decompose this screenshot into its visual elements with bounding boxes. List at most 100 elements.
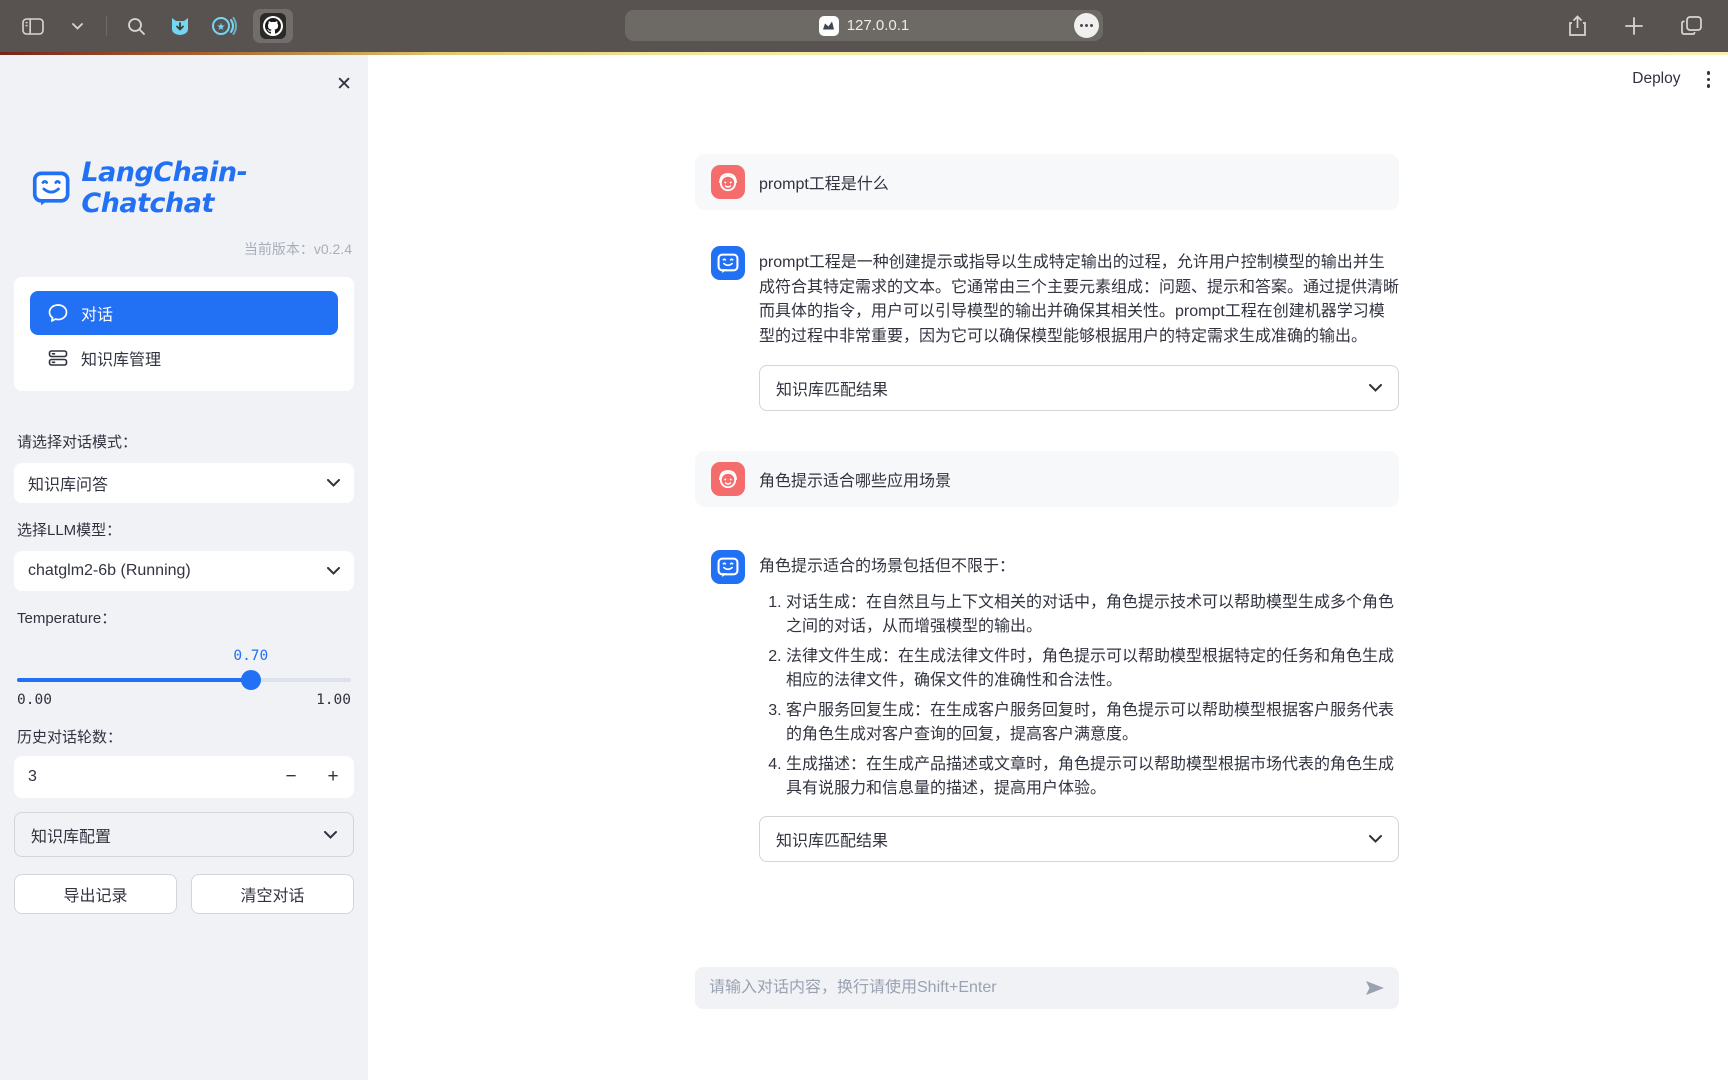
- dialog-mode-value: 知识库问答: [28, 471, 108, 495]
- boy-face-icon: [716, 170, 740, 194]
- main-menu-button[interactable]: [1703, 67, 1715, 92]
- list-item: 生成描述：在生成产品描述或文章时，角色提示可以帮助模型根据市场代表的角色生成具有…: [786, 753, 1399, 802]
- temperature-slider[interactable]: 0.70 0.00 1.00: [17, 654, 351, 702]
- history-rounds-label: 历史对话轮数：: [17, 726, 354, 747]
- user-message-text: prompt工程是什么: [759, 170, 889, 194]
- tabs-overview-icon: [1681, 16, 1702, 36]
- chat-message-assistant: prompt工程是一种创建提示或指导以生成特定输出的过程，允许用户控制模型的输出…: [695, 246, 1399, 411]
- chevron-down-icon: [327, 562, 340, 580]
- chevron-down-icon: [1369, 830, 1382, 848]
- slider-fill: [17, 678, 251, 682]
- slider-track[interactable]: [17, 678, 351, 682]
- export-history-button[interactable]: 导出记录: [14, 874, 177, 914]
- new-tab-button[interactable]: [1619, 9, 1649, 43]
- site-favicon-glyph-icon: [822, 20, 835, 31]
- pinned-tab-star-favicon[interactable]: ★: [209, 9, 239, 43]
- toolbar-divider: [106, 16, 107, 36]
- chevron-down-icon: [72, 23, 83, 30]
- slider-max-label: 1.00: [316, 692, 351, 708]
- kb-match-result-expander[interactable]: 知识库匹配结果: [759, 816, 1399, 862]
- chat-smiley-icon: [717, 556, 739, 578]
- chevron-down-icon: [1369, 379, 1382, 397]
- plus-icon: [1625, 17, 1643, 35]
- page-settings-button[interactable]: [1074, 13, 1099, 38]
- dialog-mode-select[interactable]: 知识库问答: [14, 463, 354, 503]
- github-icon: [260, 13, 286, 39]
- list-item: 法律文件生成：在生成法律文件时，角色提示可以帮助模型根据特定的任务和角色生成相应…: [786, 645, 1399, 694]
- assistant-message-intro: 角色提示适合的场景包括但不限于：: [759, 555, 1399, 580]
- list-item: 对话生成：在自然且与上下文相关的对话中，角色提示技术可以帮助模型生成多个角色之间…: [786, 591, 1399, 640]
- kb-match-result-expander[interactable]: 知识库匹配结果: [759, 365, 1399, 411]
- deploy-button[interactable]: Deploy: [1632, 70, 1680, 88]
- chat-message-user: 角色提示适合哪些应用场景: [695, 451, 1399, 507]
- slider-thumb[interactable]: [241, 670, 261, 690]
- circled-star-icon: ★: [211, 14, 237, 38]
- temperature-label: Temperature：: [17, 607, 354, 628]
- chat-smiley-icon: [717, 252, 739, 274]
- user-message-text: 角色提示适合哪些应用场景: [759, 467, 951, 491]
- increment-button[interactable]: +: [312, 766, 354, 788]
- search-icon: [127, 17, 146, 36]
- app-logo-text: LangChain-Chatchat: [81, 157, 354, 219]
- svg-text:★: ★: [217, 22, 226, 33]
- assistant-message-list: 对话生成：在自然且与上下文相关的对话中，角色提示技术可以帮助模型生成多个角色之间…: [759, 591, 1399, 802]
- address-bar[interactable]: 127.0.0.1: [625, 10, 1103, 41]
- chat-message-user: prompt工程是什么: [695, 154, 1399, 210]
- sidebar-toggle-icon: [22, 18, 44, 35]
- history-rounds-input[interactable]: 3 − +: [14, 756, 354, 798]
- site-favicon: [819, 16, 839, 36]
- boy-face-icon: [716, 467, 740, 491]
- sidebar-close-button[interactable]: ✕: [336, 75, 352, 94]
- sidebar-toggle-button[interactable]: [18, 9, 48, 43]
- collection-icon: [48, 349, 68, 367]
- share-button[interactable]: [1562, 9, 1592, 43]
- kb-config-expander-label: 知识库配置: [31, 823, 111, 847]
- temperature-value: 0.70: [233, 648, 268, 664]
- llm-model-select[interactable]: chatglm2-6b (Running): [14, 551, 354, 591]
- clear-dialogue-button[interactable]: 清空对话: [191, 874, 354, 914]
- cat-shield-icon: [168, 14, 192, 38]
- assistant-avatar: [711, 550, 745, 584]
- browser-toolbar: ★ 127.0.0.1: [0, 0, 1728, 52]
- chevron-down-icon: [327, 474, 340, 492]
- tab-overview-button[interactable]: [1676, 9, 1706, 43]
- list-item: 客户服务回复生成：在生成客户服务回复时，角色提示可以帮助模型根据客户服务代表的角…: [786, 699, 1399, 748]
- app-version: 当前版本：v0.2.4: [14, 239, 352, 259]
- chat-smiley-logo-icon: [32, 167, 70, 209]
- share-icon: [1568, 15, 1587, 37]
- dialog-mode-label: 请选择对话模式：: [17, 431, 354, 452]
- sidebar-item-label: 对话: [81, 301, 113, 325]
- chat-bubble-icon: [48, 303, 68, 323]
- llm-model-label: 选择LLM模型：: [17, 519, 354, 540]
- send-button[interactable]: [1365, 980, 1385, 996]
- slider-min-label: 0.00: [17, 692, 52, 708]
- llm-model-value: chatglm2-6b (Running): [28, 562, 191, 580]
- sidebar: ✕ LangChain-Chatchat 当前版本：v0.2.4 对话 知: [0, 55, 368, 1080]
- kb-config-expander[interactable]: 知识库配置: [14, 812, 354, 857]
- sidebar-item-label: 知识库管理: [81, 346, 161, 370]
- pinned-tab-cat-favicon[interactable]: [165, 9, 195, 43]
- main-area: Deploy prompt工程是什么: [368, 55, 1728, 1080]
- sidebar-item-knowledge-base[interactable]: 知识库管理: [30, 339, 338, 377]
- user-avatar: [711, 462, 745, 496]
- assistant-message-text: prompt工程是一种创建提示或指导以生成特定输出的过程，允许用户控制模型的输出…: [759, 251, 1399, 349]
- url-text: 127.0.0.1: [847, 17, 910, 34]
- kb-match-result-label: 知识库匹配结果: [776, 376, 888, 400]
- search-button[interactable]: [121, 9, 151, 43]
- assistant-avatar: [711, 246, 745, 280]
- sidebar-nav: 对话 知识库管理: [14, 277, 354, 391]
- kb-match-result-label: 知识库匹配结果: [776, 827, 888, 851]
- active-tab-github[interactable]: [253, 9, 293, 43]
- history-rounds-value: 3: [14, 768, 270, 786]
- sidebar-menu-chevron-button[interactable]: [62, 9, 92, 43]
- user-avatar: [711, 165, 745, 199]
- chat-message-assistant: 角色提示适合的场景包括但不限于： 对话生成：在自然且与上下文相关的对话中，角色提…: [695, 550, 1399, 862]
- chat-input[interactable]: [709, 979, 1365, 997]
- send-icon: [1365, 980, 1385, 996]
- decrement-button[interactable]: −: [270, 766, 312, 788]
- chat-input-bar: [695, 967, 1399, 1009]
- chat-history: prompt工程是什么 prompt工程是一种创建提示或指导以生成特定输出的过程…: [695, 154, 1399, 862]
- chevron-down-icon: [324, 826, 337, 844]
- sidebar-item-dialogue[interactable]: 对话: [30, 291, 338, 335]
- app-logo: LangChain-Chatchat: [32, 157, 354, 219]
